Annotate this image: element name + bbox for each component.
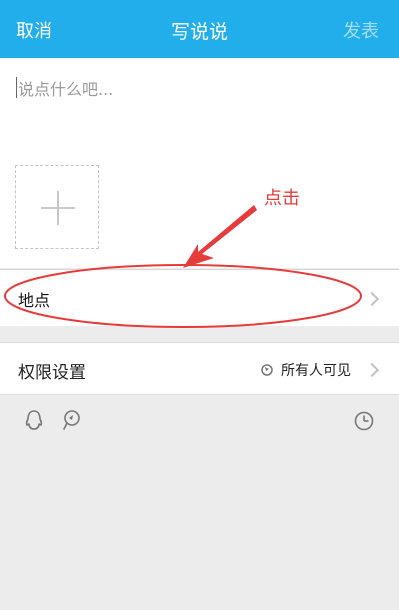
bottom-toolbar [0, 396, 399, 610]
qq-penguin-icon[interactable] [22, 408, 46, 432]
post-text-input[interactable] [16, 74, 380, 138]
location-pin-icon[interactable] [60, 408, 84, 432]
permission-label: 权限设置 [18, 363, 86, 383]
top-bar: 取消 写说说 发表 [0, 0, 399, 58]
publish-button[interactable]: 发表 [343, 17, 379, 43]
clock-icon[interactable] [353, 410, 375, 432]
chevron-right-icon [364, 362, 380, 378]
globe-icon [261, 364, 273, 376]
cancel-button[interactable]: 取消 [16, 17, 52, 43]
permission-row[interactable]: 权限设置 所有人可见 [0, 342, 399, 395]
location-label: 地点 [18, 291, 51, 310]
compose-area [0, 58, 399, 268]
location-row[interactable]: 地点 [0, 269, 399, 326]
page-title: 写说说 [170, 21, 228, 43]
chevron-right-icon [364, 291, 380, 307]
plus-icon [41, 191, 75, 225]
add-photo-button[interactable] [15, 165, 99, 249]
permission-value: 所有人可见 [281, 363, 351, 379]
